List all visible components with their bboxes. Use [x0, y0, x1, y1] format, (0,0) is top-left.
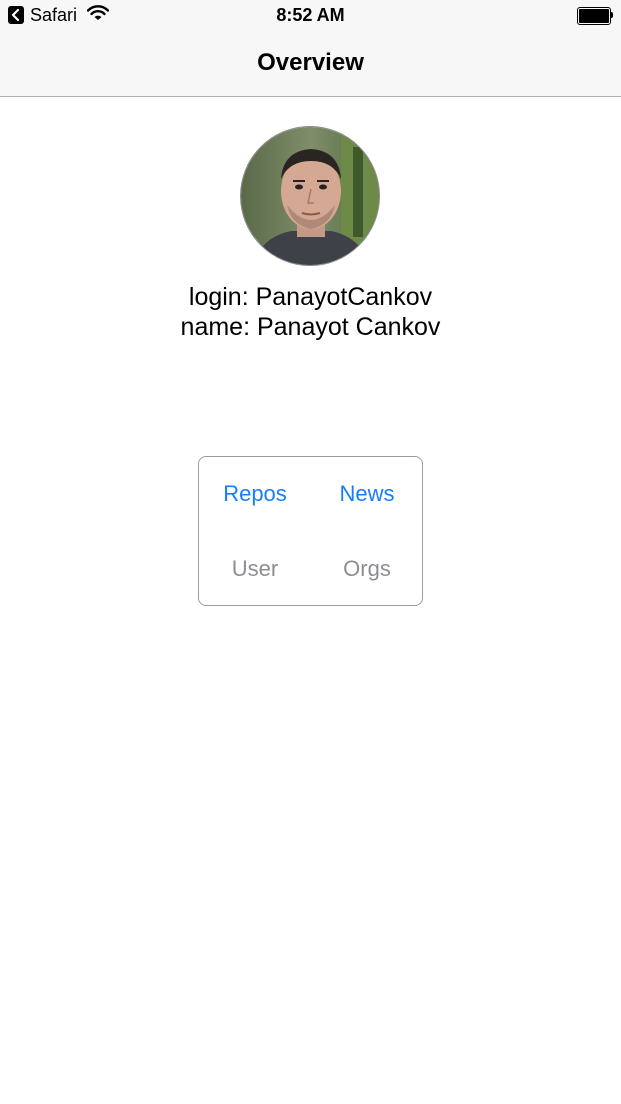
login-label: login: PanayotCankov	[188, 283, 433, 311]
page-title: Overview	[257, 49, 364, 76]
status-bar: Safari 8:52 AM	[0, 0, 621, 32]
screen: Safari 8:52 AM Overview login: PanayotCa…	[0, 0, 621, 1104]
navigation-bar: Overview	[0, 32, 621, 97]
orgs-button[interactable]: Orgs	[311, 555, 423, 583]
status-time: 8:52 AM	[276, 5, 345, 25]
avatar	[240, 126, 380, 266]
user-button[interactable]: User	[199, 555, 311, 583]
repos-button[interactable]: Repos	[199, 480, 311, 508]
name-label: name: Panayot Cankov	[180, 313, 441, 341]
profile-info: login: PanayotCankov name: Panayot Canko…	[0, 282, 621, 342]
battery-icon	[577, 7, 613, 25]
menu-box: Repos News User Orgs	[198, 456, 423, 606]
news-button[interactable]: News	[311, 480, 423, 508]
